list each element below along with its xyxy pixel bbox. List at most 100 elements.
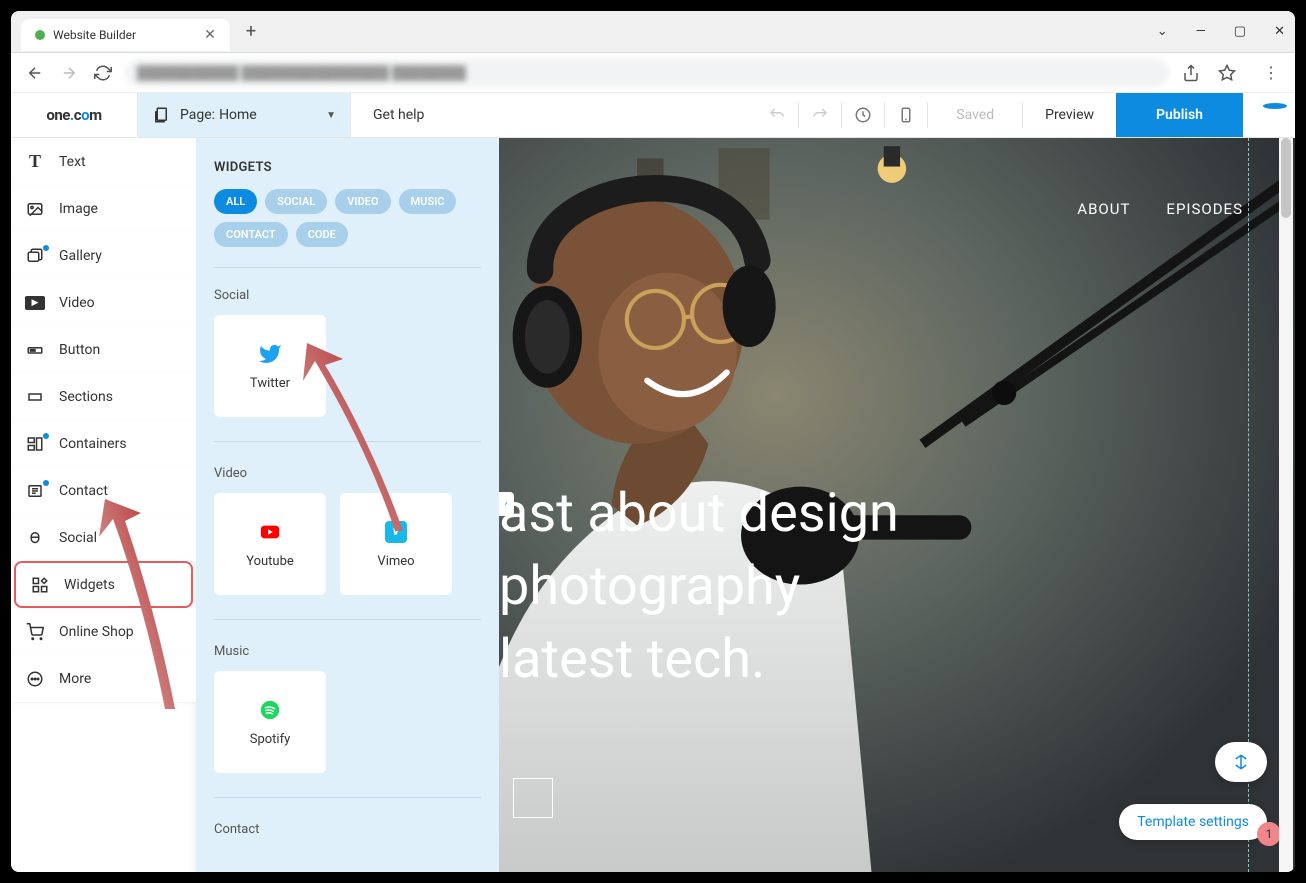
share-icon[interactable] bbox=[1179, 61, 1203, 85]
page-value: Home bbox=[219, 107, 257, 123]
publish-button[interactable]: Publish bbox=[1116, 93, 1243, 137]
main: T Text Image Gallery ▶ Video Button bbox=[11, 138, 1295, 872]
preview-button[interactable]: Preview bbox=[1023, 93, 1116, 137]
browser-window: Website Builder ✕ + ⌄ — ▢ ✕ ███████████ … bbox=[11, 11, 1295, 872]
spotify-icon bbox=[258, 698, 282, 722]
sidebar-item-label: Image bbox=[59, 201, 98, 217]
save-status: Saved bbox=[928, 93, 1022, 137]
topbar-actions: Saved Preview bbox=[756, 93, 1116, 137]
tab-favicon bbox=[35, 30, 45, 40]
sidebar-item-social[interactable]: Social bbox=[11, 514, 196, 561]
widgets-panel: WIDGETS ALL SOCIAL VIDEO MUSIC CONTACT C… bbox=[196, 138, 499, 872]
sidebar-item-label: Widgets bbox=[64, 577, 115, 593]
sidebar-item-label: More bbox=[59, 671, 91, 687]
button-icon bbox=[25, 341, 45, 359]
sidebar-item-contact[interactable]: Contact bbox=[11, 467, 196, 514]
logo[interactable]: one.com bbox=[11, 93, 138, 137]
sidebar-item-label: Sections bbox=[59, 389, 113, 405]
sidebar-item-containers[interactable]: Containers bbox=[11, 420, 196, 467]
tag-contact[interactable]: CONTACT bbox=[214, 222, 288, 247]
nav-episodes[interactable]: EPISODES bbox=[1166, 200, 1243, 218]
sidebar-item-video[interactable]: ▶ Video bbox=[11, 279, 196, 326]
nav-about[interactable]: ABOUT bbox=[1077, 200, 1130, 218]
tag-social[interactable]: SOCIAL bbox=[265, 189, 327, 214]
app: one.com Page: Home ▼ Get help bbox=[11, 93, 1295, 872]
page-selector[interactable]: Page: Home ▼ bbox=[138, 93, 351, 137]
widget-twitter[interactable]: Twitter bbox=[214, 315, 326, 417]
close-icon[interactable]: ✕ bbox=[204, 27, 216, 43]
more-icon bbox=[25, 670, 45, 688]
scrollbar[interactable] bbox=[1279, 138, 1293, 872]
notification-badge[interactable]: 1 bbox=[1257, 822, 1281, 846]
hero-button[interactable] bbox=[513, 778, 553, 818]
containers-icon bbox=[25, 435, 45, 453]
text-icon: T bbox=[25, 151, 45, 172]
tag-code[interactable]: CODE bbox=[296, 222, 348, 247]
sidebar-item-widgets[interactable]: Widgets bbox=[14, 561, 193, 608]
site-nav: ABOUT EPISODES bbox=[1077, 200, 1243, 218]
tag-all[interactable]: ALL bbox=[214, 189, 257, 214]
maximize-icon[interactable]: ▢ bbox=[1234, 24, 1246, 39]
chevron-down-icon[interactable]: ⌄ bbox=[1157, 24, 1168, 39]
notification-dot bbox=[1263, 103, 1287, 109]
sidebar-item-image[interactable]: Image bbox=[11, 185, 196, 232]
sidebar-item-shop[interactable]: Online Shop bbox=[11, 608, 196, 655]
titlebar: Website Builder ✕ + ⌄ — ▢ ✕ bbox=[11, 11, 1295, 53]
panel-title: WIDGETS bbox=[214, 160, 481, 175]
widget-youtube[interactable]: Youtube bbox=[214, 493, 326, 595]
template-settings-button[interactable]: Template settings bbox=[1119, 804, 1267, 840]
help-link[interactable]: Get help bbox=[351, 93, 446, 137]
app-topbar: one.com Page: Home ▼ Get help bbox=[11, 93, 1295, 138]
sidebar-item-text[interactable]: T Text bbox=[11, 138, 196, 185]
sidebar-item-more[interactable]: More bbox=[11, 655, 196, 702]
redo-icon[interactable] bbox=[799, 93, 841, 137]
sidebar: T Text Image Gallery ▶ Video Button bbox=[11, 138, 196, 872]
section-music: Music bbox=[214, 644, 481, 659]
card-label: Vimeo bbox=[377, 554, 414, 569]
tag-music[interactable]: MUSIC bbox=[399, 189, 457, 214]
section-social: Social bbox=[214, 288, 481, 303]
back-icon[interactable] bbox=[23, 61, 47, 85]
sidebar-item-label: Gallery bbox=[59, 248, 102, 264]
mobile-icon[interactable] bbox=[885, 93, 927, 137]
image-icon bbox=[25, 200, 45, 218]
reload-icon[interactable] bbox=[91, 61, 115, 85]
sidebar-item-sections[interactable]: Sections bbox=[11, 373, 196, 420]
browser-tab[interactable]: Website Builder ✕ bbox=[21, 19, 230, 51]
youtube-icon bbox=[258, 520, 282, 544]
widget-vimeo[interactable]: v Vimeo bbox=[340, 493, 452, 595]
headline-line: latest tech. bbox=[499, 624, 899, 697]
headline-line: ast about design bbox=[499, 478, 899, 551]
sidebar-item-label: Social bbox=[59, 530, 97, 546]
sidebar-item-label: Video bbox=[59, 295, 95, 311]
url-bar: ███████████ ████████████████ ████████ ⋮ bbox=[11, 53, 1295, 93]
forward-icon[interactable] bbox=[57, 61, 81, 85]
page-icon bbox=[152, 106, 170, 124]
gallery-icon bbox=[25, 247, 45, 265]
sidebar-item-label: Text bbox=[59, 154, 86, 170]
window-controls: ⌄ — ▢ ✕ bbox=[1157, 24, 1285, 39]
new-tab-button[interactable]: + bbox=[246, 21, 256, 42]
profile-button[interactable] bbox=[1243, 93, 1295, 137]
undo-icon[interactable] bbox=[756, 93, 798, 137]
contact-icon bbox=[25, 482, 45, 500]
sidebar-item-gallery[interactable]: Gallery bbox=[11, 232, 196, 279]
card-label: Spotify bbox=[250, 732, 291, 747]
card-label: Youtube bbox=[246, 554, 294, 569]
sections-icon bbox=[25, 388, 45, 406]
history-icon[interactable] bbox=[842, 93, 884, 137]
sidebar-item-button[interactable]: Button bbox=[11, 326, 196, 373]
address-bar[interactable]: ███████████ ████████████████ ████████ bbox=[125, 59, 1169, 87]
canvas[interactable]: ‹ ABOUT EPISODES ast about design photog… bbox=[499, 138, 1295, 872]
widget-spotify[interactable]: Spotify bbox=[214, 671, 326, 773]
social-icon bbox=[25, 529, 45, 547]
star-icon[interactable] bbox=[1215, 61, 1239, 85]
tag-video[interactable]: VIDEO bbox=[335, 189, 390, 214]
sidebar-item-label: Button bbox=[59, 342, 100, 358]
close-window-icon[interactable]: ✕ bbox=[1274, 24, 1285, 39]
design-tools-button[interactable] bbox=[1215, 742, 1267, 782]
minimize-icon[interactable]: — bbox=[1196, 24, 1206, 39]
sidebar-item-label: Containers bbox=[59, 436, 127, 452]
menu-icon[interactable]: ⋮ bbox=[1259, 61, 1283, 85]
twitter-icon bbox=[258, 342, 282, 366]
